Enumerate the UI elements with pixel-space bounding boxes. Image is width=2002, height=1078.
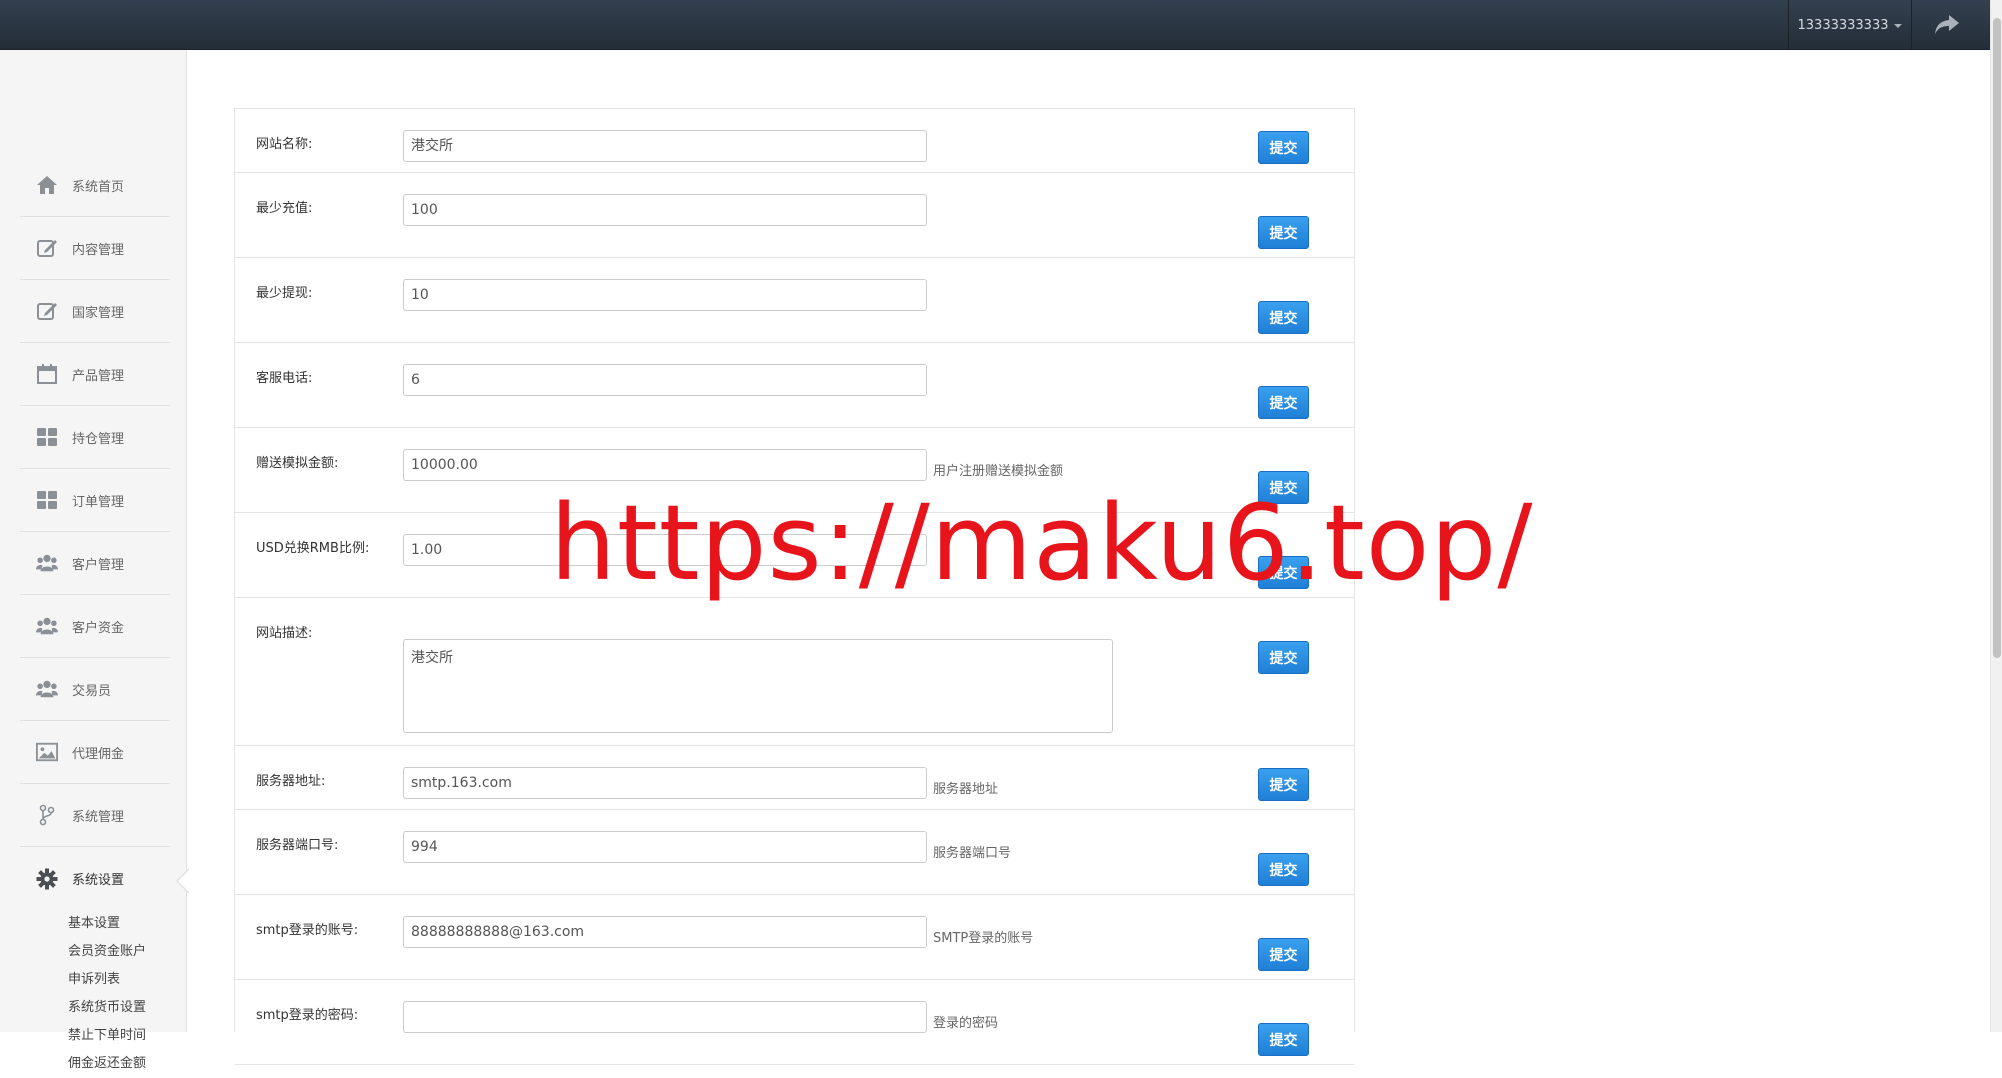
settings-submenu: 基本设置 会员资金账户 申诉列表 系统货币设置 禁止下单时间 佣金返还金额 xyxy=(20,910,170,1078)
field-label: 网站描述: xyxy=(256,626,313,641)
calendar-icon xyxy=(36,363,58,385)
sidebar-item-label: 系统管理 xyxy=(72,809,125,825)
submit-button[interactable]: 提交 xyxy=(1258,938,1309,971)
field-hint: 用户注册赠送模拟金额 xyxy=(933,464,1064,479)
field-label: 服务器端口号: xyxy=(256,838,339,853)
share-icon[interactable] xyxy=(1932,12,1962,38)
smtp-password-input[interactable] xyxy=(403,1001,927,1033)
sidebar-item-position[interactable]: 持仓管理 xyxy=(20,406,170,469)
watermark-text: https://maku6.top/ xyxy=(550,482,1534,604)
field-label: USD兑换RMB比例: xyxy=(256,541,370,556)
field-label: 客服电话: xyxy=(256,371,313,386)
field-label: 最少提现: xyxy=(256,286,313,301)
min-deposit-input[interactable]: 100 xyxy=(403,194,927,226)
field-hint: 服务器端口号 xyxy=(933,846,1012,861)
submenu-member-funds[interactable]: 会员资金账户 xyxy=(68,938,170,966)
submit-button[interactable]: 提交 xyxy=(1258,641,1309,674)
top-navbar: 13333333333 xyxy=(0,0,2002,50)
active-indicator xyxy=(178,869,190,893)
page-scrollbar[interactable] xyxy=(1990,0,2002,1032)
form-row-site-description: 网站描述: 港交所 提交 xyxy=(235,598,1354,746)
users-icon xyxy=(36,615,58,637)
scrollbar-thumb[interactable] xyxy=(1993,18,2001,658)
site-description-textarea[interactable]: 港交所 xyxy=(403,639,1113,733)
field-label: 服务器地址: xyxy=(256,774,326,789)
submenu-commission-return[interactable]: 佣金返还金额 xyxy=(68,1050,170,1078)
sidebar-item-customers[interactable]: 客户管理 xyxy=(20,532,170,595)
submit-button[interactable]: 提交 xyxy=(1258,216,1309,249)
field-label: 网站名称: xyxy=(256,137,313,152)
sidebar-item-label: 代理佣金 xyxy=(72,746,125,762)
sidebar-item-system-settings[interactable]: 系统设置 xyxy=(20,847,190,910)
submit-button[interactable]: 提交 xyxy=(1258,768,1309,801)
sidebar-item-label: 国家管理 xyxy=(72,305,125,321)
submit-button[interactable]: 提交 xyxy=(1258,131,1309,164)
sidebar-item-content[interactable]: 内容管理 xyxy=(20,217,170,280)
sidebar-item-label: 系统设置 xyxy=(72,873,125,888)
sidebar-item-orders[interactable]: 订单管理 xyxy=(20,469,170,532)
home-icon xyxy=(36,174,58,196)
sidebar-item-label: 订单管理 xyxy=(72,494,125,510)
users-icon xyxy=(36,552,58,574)
server-port-input[interactable]: 994 xyxy=(403,831,927,863)
grid-icon xyxy=(36,426,58,448)
submenu-currency[interactable]: 系统货币设置 xyxy=(68,994,170,1022)
submit-button[interactable]: 提交 xyxy=(1258,301,1309,334)
field-label: 赠送模拟金额: xyxy=(256,456,339,471)
form-row-min-withdraw: 最少提现: 10 提交 xyxy=(235,258,1354,343)
sidebar-item-label: 内容管理 xyxy=(72,242,125,258)
form-row-service-phone: 客服电话: 6 提交 xyxy=(235,343,1354,428)
field-label: 最少充值: xyxy=(256,201,313,216)
field-hint: 登录的密码 xyxy=(933,1016,999,1031)
username: 13333333333 xyxy=(1797,17,1889,33)
sidebar-item-traders[interactable]: 交易员 xyxy=(20,658,170,721)
submit-button[interactable]: 提交 xyxy=(1258,386,1309,419)
server-address-input[interactable]: smtp.163.com xyxy=(403,767,927,799)
user-menu[interactable]: 13333333333 xyxy=(1788,0,1912,50)
form-row-smtp-account: smtp登录的账号: 88888888888@163.com SMTP登录的账号… xyxy=(235,895,1354,980)
service-phone-input[interactable]: 6 xyxy=(403,364,927,396)
sidebar-item-product[interactable]: 产品管理 xyxy=(20,343,170,406)
gear-icon xyxy=(36,868,58,890)
field-label: smtp登录的账号: xyxy=(256,923,359,938)
field-hint: 服务器地址 xyxy=(933,782,999,797)
edit-icon xyxy=(36,300,58,322)
demo-amount-input[interactable]: 10000.00 xyxy=(403,449,927,481)
sidebar-item-label: 持仓管理 xyxy=(72,431,125,447)
users-icon xyxy=(36,678,58,700)
branch-icon xyxy=(36,804,58,826)
site-name-input[interactable]: 港交所 xyxy=(403,130,927,162)
sidebar-item-label: 客户管理 xyxy=(72,557,125,573)
sidebar-item-system-admin[interactable]: 系统管理 xyxy=(20,784,170,847)
form-row-site-name: 网站名称: 港交所 提交 xyxy=(235,109,1354,173)
grid-icon xyxy=(36,489,58,511)
sidebar-item-country[interactable]: 国家管理 xyxy=(20,280,170,343)
submenu-order-ban-time[interactable]: 禁止下单时间 xyxy=(68,1022,170,1050)
submit-button[interactable]: 提交 xyxy=(1258,1023,1309,1056)
image-icon xyxy=(36,741,58,763)
sidebar-item-customer-funds[interactable]: 客户资金 xyxy=(20,595,170,658)
sidebar-item-commission[interactable]: 代理佣金 xyxy=(20,721,170,784)
field-label: smtp登录的密码: xyxy=(256,1008,359,1023)
min-withdraw-input[interactable]: 10 xyxy=(403,279,927,311)
sidebar-item-label: 客户资金 xyxy=(72,620,125,636)
sidebar-item-label: 交易员 xyxy=(72,683,112,699)
form-row-server-port: 服务器端口号: 994 服务器端口号 提交 xyxy=(235,810,1354,895)
form-row-smtp-password: smtp登录的密码: 登录的密码 提交 xyxy=(235,980,1354,1065)
sidebar-item-label: 系统首页 xyxy=(72,179,125,195)
form-row-min-deposit: 最少充值: 100 提交 xyxy=(235,173,1354,258)
form-row-server-address: 服务器地址: smtp.163.com 服务器地址 提交 xyxy=(235,746,1354,810)
sidebar-item-home[interactable]: 系统首页 xyxy=(20,154,170,217)
field-hint: SMTP登录的账号 xyxy=(933,931,1034,946)
smtp-account-input[interactable]: 88888888888@163.com xyxy=(403,916,927,948)
submenu-basic-settings[interactable]: 基本设置 xyxy=(68,910,170,938)
submit-button[interactable]: 提交 xyxy=(1258,853,1309,886)
submenu-appeals[interactable]: 申诉列表 xyxy=(68,966,170,994)
edit-icon xyxy=(36,237,58,259)
sidebar-item-label: 产品管理 xyxy=(72,368,125,384)
chevron-down-icon xyxy=(1894,24,1903,28)
sidebar: 系统首页 内容管理 国家管理 产品管理 持仓管理 订单管理 客户管理 客户资金 xyxy=(0,50,190,1071)
